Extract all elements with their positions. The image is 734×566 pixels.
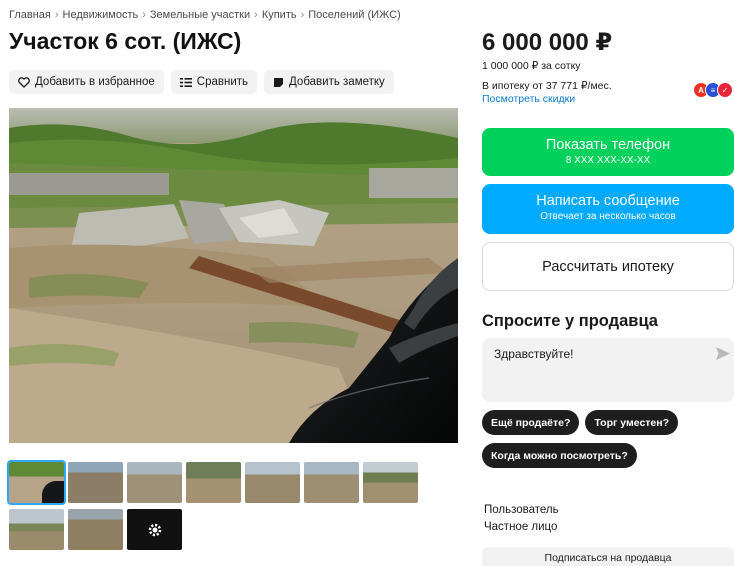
calculate-mortgage-button[interactable]: Рассчитать ипотеку	[482, 242, 734, 291]
breadcrumb-separator: ›	[254, 9, 258, 21]
price-per-sotka: 1 000 000 ₽ за сотку	[482, 60, 581, 72]
seller-kind: Частное лицо	[484, 521, 558, 533]
message-input[interactable]: Здравствуйте!	[482, 338, 734, 402]
add-note-label: Добавить заметку	[289, 76, 385, 88]
discounts-link[interactable]: Посмотреть скидки	[482, 93, 575, 105]
heart-icon	[18, 76, 30, 88]
chip-bargain[interactable]: Торг уместен?	[585, 410, 679, 435]
show-phone-button[interactable]: Показать телефон 8 XXX XXX-XX-XX	[482, 128, 734, 176]
add-favorite-button[interactable]: Добавить в избранное	[9, 70, 164, 94]
thumb-row	[7, 460, 429, 505]
photo-gallery	[7, 460, 429, 556]
note-icon	[274, 77, 284, 87]
more-photos-button[interactable]	[127, 509, 182, 550]
chip-when-view[interactable]: Когда можно посмотреть?	[482, 443, 637, 468]
thumb-row	[9, 509, 429, 550]
thumbnail[interactable]	[7, 460, 66, 505]
compare-icon	[179, 77, 192, 87]
breadcrumb-buy[interactable]: Купить	[262, 9, 297, 21]
add-favorite-label: Добавить в избранное	[35, 76, 155, 88]
thumbnail[interactable]	[304, 462, 359, 503]
chip-still-selling[interactable]: Ещё продаёте?	[482, 410, 580, 435]
compare-label: Сравнить	[196, 76, 249, 88]
ask-seller-title: Спросите у продавца	[482, 312, 658, 330]
reply-time: Отвечает за несколько часов	[540, 211, 676, 222]
bank-red-icon: ✓	[717, 82, 733, 98]
thumbnail[interactable]	[363, 462, 418, 503]
thumbnail[interactable]	[68, 462, 123, 503]
write-message-label: Написать сообщение	[536, 193, 680, 209]
send-icon[interactable]	[716, 347, 730, 360]
gear-icon	[148, 523, 161, 536]
compare-button[interactable]: Сравнить	[170, 70, 258, 94]
thumbnail[interactable]	[127, 462, 182, 503]
breadcrumb-land[interactable]: Земельные участки	[150, 9, 250, 21]
breadcrumb-realty[interactable]: Недвижимость	[63, 9, 139, 21]
add-note-button[interactable]: Добавить заметку	[264, 70, 394, 94]
thumbnail[interactable]	[9, 509, 64, 550]
thumbnail[interactable]	[186, 462, 241, 503]
mortgage-monthly: В ипотеку от 37 771 ₽/мес.	[482, 80, 612, 92]
thumbnail[interactable]	[68, 509, 123, 550]
page-title: Участок 6 сот. (ИЖС)	[9, 28, 242, 54]
quick-questions: Ещё продаёте? Торг уместен? Когда можно …	[482, 410, 734, 468]
price-total: 6 000 000 ₽	[482, 29, 613, 56]
main-photo[interactable]	[9, 108, 458, 443]
breadcrumb-separator: ›	[54, 9, 59, 21]
thumbnail[interactable]	[245, 462, 300, 503]
write-message-button[interactable]: Написать сообщение Отвечает за несколько…	[482, 184, 734, 234]
seller-type[interactable]: Пользователь	[484, 504, 559, 516]
breadcrumb: Главная › Недвижимость › Земельные участки › К…	[9, 9, 401, 21]
bank-logos: А ≡ ✓	[693, 82, 733, 98]
show-phone-label: Показать телефон	[545, 137, 671, 153]
listing-actions: Добавить в избранное Сравнить Добавить з…	[9, 70, 394, 94]
subscribe-seller-button[interactable]: Подписаться на продавца	[482, 547, 734, 566]
breadcrumb-izhs[interactable]: Поселений (ИЖС)	[308, 9, 400, 21]
breadcrumb-separator: ›	[142, 9, 146, 21]
breadcrumb-home[interactable]: Главная	[9, 9, 51, 21]
breadcrumb-separator: ›	[300, 9, 305, 21]
phone-masked: 8 XXX XXX-XX-XX	[565, 155, 651, 166]
